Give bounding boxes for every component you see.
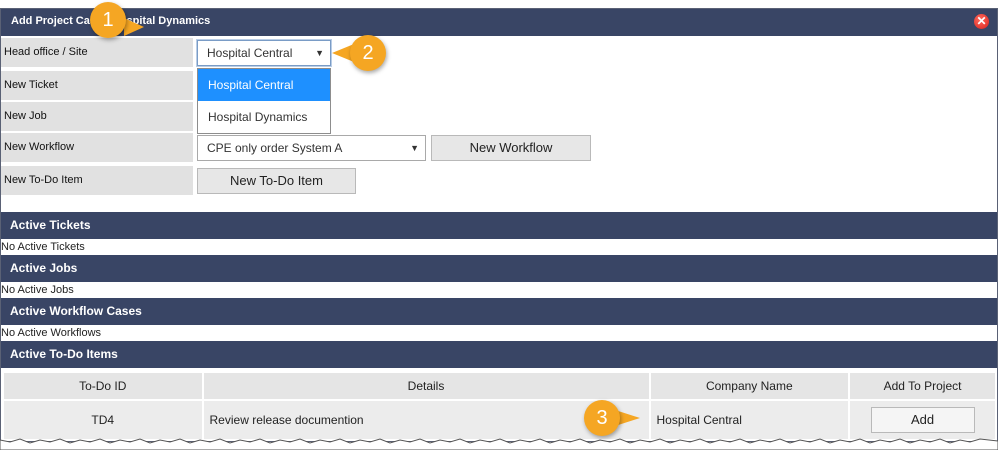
active-jobs-header: Active Jobs — [1, 255, 997, 282]
add-cell: Add — [848, 399, 997, 441]
chevron-down-icon: ▼ — [410, 143, 419, 153]
callout-1-pointer — [124, 18, 144, 36]
table-header-row: To-Do ID Details Company Name Add To Pro… — [2, 371, 997, 401]
callout-1: 1 — [90, 2, 126, 38]
column-header-company-name: Company Name — [648, 371, 851, 401]
column-header-todo-id: To-Do ID — [2, 371, 204, 401]
new-todo-label: New To-Do Item — [1, 166, 193, 195]
active-workflows-empty: No Active Workflows — [1, 327, 102, 339]
head-office-dropdown-list: Hospital Central Hospital Dynamics — [197, 68, 331, 134]
new-workflow-label: New Workflow — [1, 133, 193, 162]
callout-3: 3 — [584, 400, 620, 436]
head-office-row: Head office / Site Hospital Central ▼ — [1, 38, 997, 67]
add-to-project-button[interactable]: Add — [870, 407, 975, 433]
table-row: TD4 Review release documention Hospital … — [2, 399, 997, 441]
callout-2: 2 — [350, 35, 386, 71]
column-header-details: Details — [201, 371, 651, 401]
details-cell: Review release documention — [201, 399, 651, 441]
head-office-select-value: Hospital Central — [207, 46, 293, 60]
new-todo-button[interactable]: New To-Do Item — [197, 168, 356, 194]
company-cell: Hospital Central — [648, 399, 851, 441]
head-office-label: Head office / Site — [1, 38, 193, 67]
torn-edge — [0, 438, 998, 450]
new-workflow-row: New Workflow CPE only order System A ▼ N… — [1, 133, 997, 162]
dropdown-option-hospital-central[interactable]: Hospital Central — [198, 69, 330, 101]
new-job-label: New Job — [1, 102, 193, 131]
new-todo-row: New To-Do Item New To-Do Item — [1, 166, 997, 195]
add-project-case-dialog: Add Project Case - Hospital Dynamics ✕ H… — [0, 8, 998, 442]
head-office-select[interactable]: Hospital Central ▼ — [197, 40, 331, 66]
close-icon[interactable]: ✕ — [974, 14, 989, 29]
column-header-add-to-project: Add To Project — [848, 371, 997, 401]
new-ticket-label: New Ticket — [1, 71, 193, 100]
dropdown-option-hospital-dynamics[interactable]: Hospital Dynamics — [198, 101, 330, 133]
todo-table: To-Do ID Details Company Name Add To Pro… — [2, 371, 997, 441]
new-workflow-button[interactable]: New Workflow — [431, 135, 591, 161]
workflow-select[interactable]: CPE only order System A ▼ — [197, 135, 426, 161]
workflow-select-value: CPE only order System A — [207, 141, 343, 155]
active-jobs-empty: No Active Jobs — [1, 284, 74, 296]
new-job-row: New Job — [1, 102, 997, 131]
active-tickets-header: Active Tickets — [1, 212, 997, 239]
active-todos-header: Active To-Do Items — [1, 341, 997, 368]
todo-id-cell: TD4 — [2, 399, 204, 441]
active-tickets-empty: No Active Tickets — [1, 241, 85, 253]
new-ticket-row: New Ticket — [1, 71, 997, 100]
chevron-down-icon: ▼ — [315, 48, 324, 58]
dialog-titlebar: Add Project Case - Hospital Dynamics ✕ — [1, 9, 997, 36]
active-workflows-header: Active Workflow Cases — [1, 298, 997, 325]
